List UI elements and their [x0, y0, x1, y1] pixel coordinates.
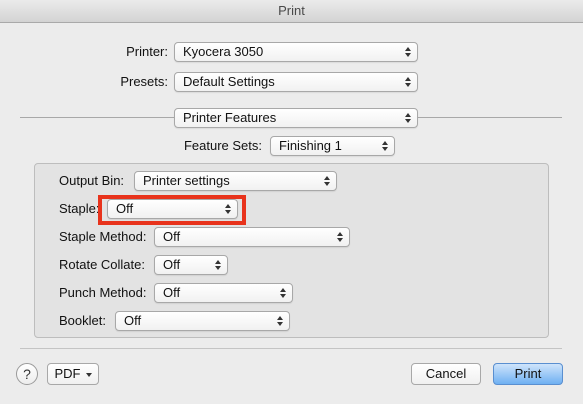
punch-method-label: Punch Method: — [59, 285, 147, 300]
pdf-label: PDF — [54, 366, 81, 381]
updown-arrows-icon — [381, 139, 389, 153]
cancel-button[interactable]: Cancel — [411, 363, 481, 385]
panel-select[interactable]: Printer Features — [174, 108, 418, 128]
rotate-collate-select[interactable]: Off — [154, 255, 228, 275]
staple-highlight-box — [98, 195, 246, 225]
window-title: Print — [0, 0, 583, 23]
help-button[interactable]: ? — [16, 363, 38, 385]
feature-sets-value: Finishing 1 — [279, 138, 342, 153]
booklet-select[interactable]: Off — [115, 311, 290, 331]
footer-separator — [20, 348, 562, 349]
booklet-label: Booklet: — [59, 313, 106, 328]
panel-value: Printer Features — [183, 110, 277, 125]
rotate-collate-label: Rotate Collate: — [59, 257, 145, 272]
updown-arrows-icon — [276, 314, 284, 328]
printer-label: Printer: — [126, 44, 168, 59]
rotate-collate-value: Off — [163, 257, 181, 272]
staple-method-value: Off — [163, 229, 181, 244]
updown-arrows-icon — [279, 286, 287, 300]
feature-sets-label: Feature Sets: — [183, 138, 262, 153]
separator-right — [418, 117, 562, 118]
pdf-menu-button[interactable]: PDF — [47, 363, 99, 385]
presets-value: Default Settings — [183, 74, 275, 89]
output-bin-value: Printer settings — [143, 173, 230, 188]
staple-method-select[interactable]: Off — [154, 227, 350, 247]
booklet-value: Off — [124, 313, 142, 328]
chevron-down-icon — [85, 372, 92, 377]
printer-value: Kyocera 3050 — [183, 44, 264, 59]
updown-arrows-icon — [323, 174, 331, 188]
updown-arrows-icon — [214, 258, 222, 272]
updown-arrows-icon — [404, 111, 412, 125]
presets-label: Presets: — [120, 74, 168, 89]
punch-method-value: Off — [163, 285, 181, 300]
updown-arrows-icon — [404, 45, 412, 59]
output-bin-label: Output Bin: — [59, 173, 125, 188]
presets-select[interactable]: Default Settings — [174, 72, 418, 92]
updown-arrows-icon — [404, 75, 412, 89]
updown-arrows-icon — [336, 230, 344, 244]
punch-method-select[interactable]: Off — [154, 283, 293, 303]
feature-sets-select[interactable]: Finishing 1 — [270, 136, 395, 156]
printer-select[interactable]: Kyocera 3050 — [174, 42, 418, 62]
print-button[interactable]: Print — [493, 363, 563, 385]
staple-label: Staple: — [59, 201, 100, 216]
staple-method-label: Staple Method: — [59, 229, 147, 244]
separator-left — [20, 117, 174, 118]
output-bin-select[interactable]: Printer settings — [134, 171, 337, 191]
